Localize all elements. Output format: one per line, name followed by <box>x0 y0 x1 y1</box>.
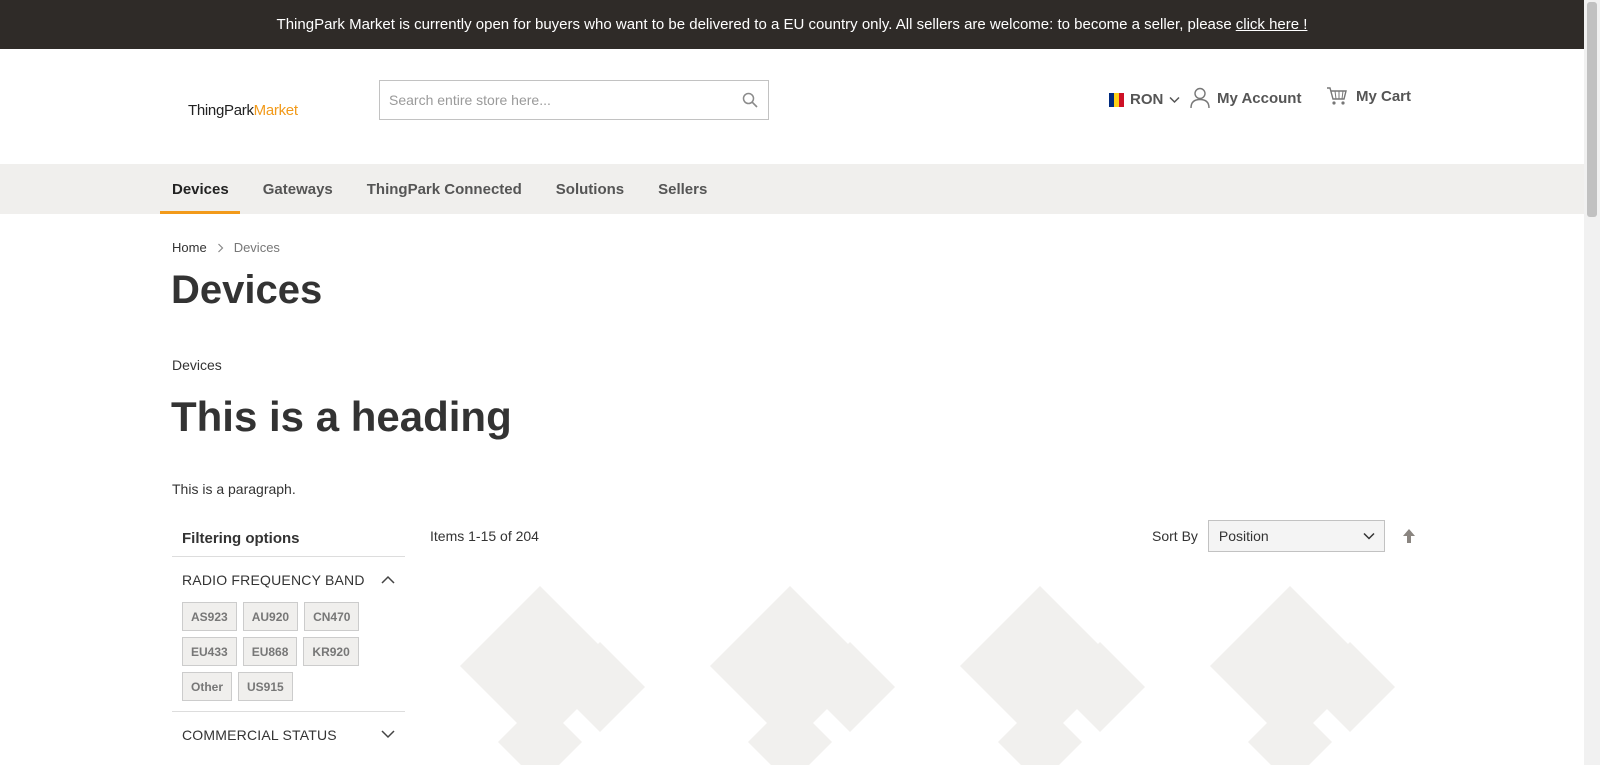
filter-commercial-status-toggle[interactable]: COMMERCIAL STATUS <box>172 712 405 757</box>
scrollbar[interactable] <box>1584 0 1600 765</box>
logo-thingpark: ThingPark <box>188 102 254 119</box>
product-placeholder-image[interactable] <box>680 582 915 765</box>
breadcrumb-current: Devices <box>233 240 280 255</box>
cart-icon <box>1327 87 1347 105</box>
nav-item-thingpark-connected[interactable]: ThingPark Connected <box>355 164 533 214</box>
nav-item-devices[interactable]: Devices <box>160 164 240 214</box>
currency-switcher[interactable]: RON <box>1109 91 1180 108</box>
breadcrumb: Home Devices <box>172 240 280 255</box>
flag-icon <box>1109 92 1124 107</box>
notice-text: ThingPark Market is currently open for b… <box>276 16 1232 33</box>
filter-title: Filtering options <box>182 529 300 547</box>
items-count: Items 1-15 of 204 <box>430 528 539 544</box>
filter-rf-band-label: RADIO FREQUENCY BAND <box>182 571 365 588</box>
search-box <box>379 80 769 120</box>
nav-item-sellers[interactable]: Sellers <box>646 164 718 214</box>
notice-bar: ThingPark Market is currently open for b… <box>0 0 1584 49</box>
search-icon[interactable] <box>742 92 758 108</box>
product-placeholder-image[interactable] <box>930 582 1165 765</box>
filter-commercial-status-label: COMMERCIAL STATUS <box>182 726 337 743</box>
scrollbar-thumb[interactable] <box>1587 2 1597 217</box>
sort-by-value: Position <box>1218 528 1269 544</box>
rf-band-option[interactable]: EU433 <box>182 637 237 666</box>
chevron-down-icon <box>1169 96 1180 103</box>
my-account-link[interactable]: My Account <box>1190 87 1301 109</box>
filter-rf-band: RADIO FREQUENCY BAND AS923 AU920 CN470 E… <box>172 556 405 711</box>
product-placeholder-image[interactable] <box>1180 582 1414 765</box>
my-account-label: My Account <box>1217 89 1302 107</box>
page-title: Devices <box>171 268 323 312</box>
currency-label: RON <box>1130 91 1164 108</box>
sort-by-select[interactable]: Position <box>1207 520 1385 552</box>
rf-band-option[interactable]: CN470 <box>304 602 360 631</box>
rf-band-options: AS923 AU920 CN470 EU433 EU868 KR920 Othe… <box>172 602 382 711</box>
product-grid <box>430 582 1414 765</box>
category-heading: This is a heading <box>171 393 512 440</box>
sort-direction-icon[interactable] <box>1401 528 1417 544</box>
filter-sidebar: Filtering options RADIO FREQUENCY BAND A… <box>172 520 405 757</box>
category-paragraph: This is a paragraph. <box>172 481 296 497</box>
sorter: Sort By Position <box>1152 520 1417 552</box>
my-cart-link[interactable]: My Cart <box>1326 86 1411 106</box>
filter-commercial-status: COMMERCIAL STATUS <box>172 711 405 757</box>
header: ThingParkMarket RON My Account <box>0 49 1584 164</box>
logo-market: Market <box>253 102 298 119</box>
rf-band-option[interactable]: AS923 <box>182 602 237 631</box>
user-icon <box>1190 87 1210 109</box>
chevron-down-icon <box>381 730 395 739</box>
breadcrumb-home[interactable]: Home <box>172 240 207 255</box>
rf-band-option[interactable]: Other <box>182 672 233 701</box>
chevron-up-icon <box>381 575 395 584</box>
chevron-down-icon <box>1363 532 1375 540</box>
nav-item-solutions[interactable]: Solutions <box>544 164 635 214</box>
product-placeholder-image[interactable] <box>430 582 665 765</box>
become-seller-link[interactable]: click here ! <box>1236 16 1308 33</box>
category-label: Devices <box>172 357 222 373</box>
rf-band-option[interactable]: EU868 <box>242 637 298 666</box>
rf-band-option[interactable]: KR920 <box>303 637 359 666</box>
rf-band-option[interactable]: US915 <box>238 672 293 701</box>
my-cart-label: My Cart <box>1356 87 1412 105</box>
rf-band-option[interactable]: AU920 <box>242 602 299 631</box>
search-input[interactable] <box>380 81 768 119</box>
main-navigation: Devices Gateways ThingPark Connected Sol… <box>0 164 1584 214</box>
chevron-right-icon <box>217 243 224 252</box>
sort-by-label: Sort By <box>1152 528 1198 544</box>
logo[interactable]: ThingParkMarket <box>188 102 298 119</box>
filter-rf-band-toggle[interactable]: RADIO FREQUENCY BAND <box>172 557 405 602</box>
nav-item-gateways[interactable]: Gateways <box>251 164 344 214</box>
